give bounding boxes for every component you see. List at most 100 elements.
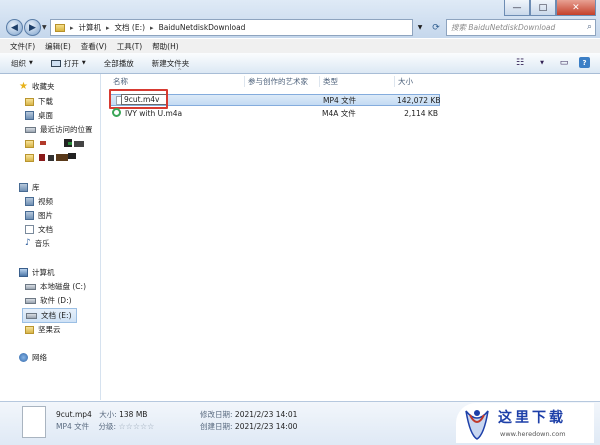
nav-libraries[interactable]: 库 [19, 182, 40, 193]
nav-network[interactable]: 网络 [19, 352, 47, 363]
address-dropdown-icon[interactable]: ▼ [413, 19, 427, 36]
details-size-value: 138 MB [119, 410, 148, 419]
file-size: 2,114 KB [404, 108, 438, 118]
column-divider[interactable] [244, 76, 245, 87]
details-created-label: 创建日期: [200, 422, 233, 431]
nav-redacted-item-1[interactable] [25, 139, 88, 148]
system-drive-icon [25, 283, 36, 290]
library-icon [19, 183, 28, 192]
details-modified-label: 修改日期: [200, 410, 233, 419]
network-icon [19, 353, 28, 362]
nav-favorites[interactable]: ★ 收藏夹 [19, 81, 54, 92]
view-dropdown-icon[interactable]: ▼ [535, 57, 549, 69]
menu-edit[interactable]: 编辑(E) [45, 41, 71, 52]
chevron-down-icon: ▼ [81, 60, 86, 66]
help-icon[interactable]: ? [579, 57, 590, 68]
back-button[interactable]: ◀ [6, 19, 23, 36]
nav-recent-label: 最近访问的位置 [40, 125, 93, 134]
nav-nutstore[interactable]: 坚果云 [25, 324, 61, 335]
details-rating-label: 分级: [98, 422, 117, 431]
nav-drive-c-label: 本地磁盘 (C:) [40, 282, 86, 291]
watermark-text: 这里下载 [498, 410, 566, 426]
breadcrumb-drive-e[interactable]: 文档 (E:) [115, 22, 146, 33]
computer-icon [19, 268, 28, 277]
nav-documents[interactable]: 文档 [25, 224, 53, 235]
folder-icon [25, 325, 34, 334]
new-folder-label: 新建文件夹 [151, 58, 190, 68]
close-button[interactable]: ✕ [555, 0, 596, 16]
recent-pages-dropdown[interactable]: ▼ [42, 24, 47, 31]
nav-network-label: 网络 [32, 353, 47, 362]
menu-tools[interactable]: 工具(T) [117, 41, 142, 52]
nav-drive-e[interactable]: 文档 (E:) [22, 308, 77, 323]
column-type-label: 类型 [323, 77, 338, 86]
redacted-scribble-icon [40, 139, 84, 147]
desktop-icon [25, 111, 34, 120]
menu-help[interactable]: 帮助(H) [152, 41, 179, 52]
details-modified-value: 2021/2/23 14:01 [234, 410, 298, 419]
nav-downloads[interactable]: 下载 [25, 96, 53, 107]
breadcrumb-current-folder[interactable]: BaiduNetdiskDownload [159, 23, 246, 32]
file-row-ivy[interactable]: IVY with U.m4a M4A 文件 2,114 KB [110, 107, 440, 119]
nav-drive-d[interactable]: 软件 (D:) [25, 295, 72, 306]
video-library-icon [25, 197, 34, 206]
open-label: 打开 [63, 58, 79, 68]
preview-pane-icon[interactable]: ▭ [557, 57, 571, 69]
nav-music[interactable]: ♪ 音乐 [25, 238, 50, 249]
open-button[interactable]: 打开 ▼ [50, 58, 86, 69]
new-folder-button[interactable]: 新建文件夹 [152, 58, 190, 69]
redacted-scribble-icon [39, 153, 76, 161]
search-placeholder: 搜索 BaiduNetdiskDownload [451, 23, 556, 32]
file-type: M4A 文件 [322, 108, 356, 118]
column-divider[interactable] [394, 76, 395, 87]
folder-icon [55, 23, 65, 32]
details-modified-line: 修改日期: 2021/2/23 14:01 [200, 409, 297, 420]
view-options-icon[interactable]: ☷ [513, 57, 527, 69]
organize-label: 组织 [11, 58, 26, 68]
play-all-button[interactable]: 全部播放 [104, 58, 134, 69]
column-header-name[interactable]: 名称 [113, 68, 243, 89]
search-input[interactable]: 搜索 BaiduNetdiskDownload ⌕ [446, 19, 596, 36]
nav-nutstore-label: 坚果云 [38, 325, 61, 334]
column-header-artists[interactable]: 参与创作的艺术家 [248, 74, 318, 89]
nav-drive-c[interactable]: 本地磁盘 (C:) [25, 281, 86, 292]
column-artists-label: 参与创作的艺术家 [248, 77, 308, 86]
file-type: MP4 文件 [323, 95, 357, 105]
nav-computer[interactable]: 计算机 [19, 267, 55, 278]
column-header-type[interactable]: 类型 [323, 74, 393, 89]
menu-file[interactable]: 文件(F) [10, 41, 35, 52]
nav-pictures[interactable]: 图片 [25, 210, 53, 221]
refresh-icon[interactable]: ⟳ [428, 19, 444, 36]
organize-button[interactable]: 组织 ▼ [11, 58, 33, 69]
search-icon[interactable]: ⌕ [587, 22, 592, 32]
forward-button[interactable]: ▶ [24, 19, 41, 36]
nav-desktop[interactable]: 桌面 [25, 110, 53, 121]
address-bar[interactable]: ▸ 计算机 ▸ 文档 (E:) ▸ BaiduNetdiskDownload [50, 19, 413, 36]
breadcrumb-computer[interactable]: 计算机 [79, 22, 102, 33]
details-created-value: 2021/2/23 14:00 [234, 422, 298, 431]
rating-stars[interactable]: ☆☆☆☆☆ [118, 422, 154, 431]
back-arrow-icon: ◀ [11, 22, 18, 33]
command-bar: 组织 ▼ 打开 ▼ 全部播放 新建文件夹 [0, 53, 600, 74]
monitor-icon [50, 59, 61, 67]
column-divider[interactable] [319, 76, 320, 87]
chevron-right-icon: ▸ [70, 23, 74, 32]
star-icon: ★ [19, 81, 28, 92]
view-controls: ☷ ▼ ▭ ? [513, 57, 590, 69]
nav-redacted-item-2[interactable] [25, 153, 88, 162]
navigation-pane: ★ 收藏夹 下载 桌面 最近访问的位置 库 视频 图片 文档 ♪ 音乐 计算机 … [0, 74, 101, 400]
details-created-line: 创建日期: 2021/2/23 14:00 [200, 421, 297, 432]
nav-videos[interactable]: 视频 [25, 196, 53, 207]
drive-icon [25, 297, 36, 304]
chevron-right-icon: ▸ [150, 23, 154, 32]
minimize-button[interactable]: — [504, 0, 530, 16]
downloads-folder-icon [25, 97, 34, 106]
column-header-size[interactable]: 大小 [398, 74, 442, 89]
details-type-line: MP4 文件 分级: ☆☆☆☆☆ [56, 421, 154, 432]
audio-file-icon [112, 108, 121, 117]
maximize-button[interactable]: □ [529, 0, 556, 16]
menu-bar: 文件(F) 编辑(E) 查看(V) 工具(T) 帮助(H) [0, 39, 600, 53]
menu-view[interactable]: 查看(V) [81, 41, 107, 52]
large-file-icon [22, 406, 46, 438]
nav-recent[interactable]: 最近访问的位置 [25, 124, 93, 135]
